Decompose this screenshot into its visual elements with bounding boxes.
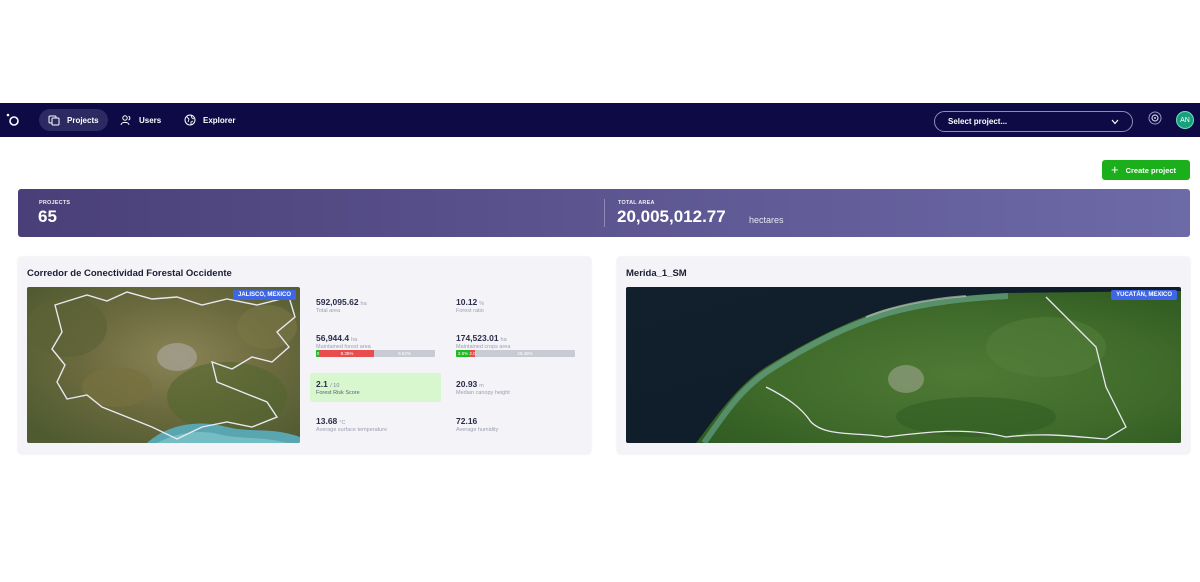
forest-change-bar: 0 8.35% 9.62%	[316, 350, 435, 357]
select-project-placeholder: Select project...	[948, 117, 1008, 126]
nav-users-label: Users	[139, 115, 162, 125]
stat-unit: ha	[360, 301, 367, 307]
stat-value: 13.68	[316, 416, 338, 426]
risk-value: 2.1	[316, 379, 328, 389]
stat-label: Median canopy height	[456, 390, 510, 396]
stat-label: Average surface temperature	[316, 427, 388, 433]
project-card-title[interactable]: Merida_1_SM	[626, 268, 687, 279]
project-card[interactable]: Merida_1_SM YUCATÁN, MEXICO	[617, 257, 1190, 454]
stat-maintained-crops: 174,523.01 ha Maintained crops area 3.8% …	[456, 333, 586, 357]
stat-value: 72.16	[456, 416, 478, 426]
stat-total-area: 592,095.62 ha Total area	[316, 297, 446, 314]
create-project-button[interactable]: + Create project	[1102, 160, 1190, 180]
project-card[interactable]: Corredor de Conectividad Forestal Occide…	[18, 257, 591, 454]
create-project-label: Create project	[1125, 165, 1177, 175]
stat-unit: °C	[339, 420, 346, 426]
risk-unit: / 10	[330, 383, 340, 389]
bar-segment-rest: 29.48%	[517, 351, 533, 356]
app-logo-icon[interactable]	[5, 112, 21, 128]
stat-value: 592,095.62	[316, 297, 359, 307]
plus-icon: +	[1111, 162, 1119, 177]
stat-surface-temperature: 13.68 °C Average surface temperature	[316, 416, 446, 433]
user-avatar[interactable]: AN	[1176, 111, 1194, 129]
crops-change-bar: 3.8% 2.0 29.48%	[456, 350, 575, 357]
nav-explorer-label: Explorer	[203, 115, 236, 125]
stat-label: Average humidity	[456, 427, 499, 433]
region-badge: JALISCO, MEXICO	[232, 290, 296, 300]
stat-unit: ha	[500, 337, 507, 343]
satellite-map-yucatan	[626, 287, 1181, 443]
stat-label: Total area	[316, 308, 341, 314]
settings-icon[interactable]	[1147, 110, 1163, 126]
stat-unit: m	[479, 383, 484, 389]
bar-segment-gain: 3.8%	[456, 350, 470, 357]
project-map[interactable]: YUCATÁN, MEXICO	[626, 287, 1181, 443]
project-card-title[interactable]: Corredor de Conectividad Forestal Occide…	[27, 268, 232, 279]
projects-count-label: PROJECTS	[39, 200, 71, 206]
users-icon	[120, 115, 131, 126]
stat-humidity: 72.16 Average humidity	[456, 416, 586, 433]
stat-label: Forest ratio	[456, 308, 484, 314]
summary-divider	[604, 199, 605, 227]
stat-canopy-height: 20.93 m Median canopy height	[456, 379, 586, 396]
projects-icon	[48, 115, 60, 126]
globe-icon	[184, 114, 196, 126]
nav-projects-label: Projects	[67, 115, 99, 125]
stat-unit: %	[479, 301, 485, 307]
bar-segment-rest: 9.62%	[398, 351, 411, 356]
nav-users[interactable]: Users	[111, 109, 170, 131]
total-area-value: 20,005,012.77	[617, 207, 726, 226]
total-area-label: TOTAL AREA	[618, 200, 655, 206]
forest-risk-score-box: 2.1 / 10 Forest Risk Score	[310, 373, 441, 402]
stat-unit: ha	[351, 337, 358, 343]
stat-maintained-forest: 56,944.4 ha Maintained forest area 0 8.35…	[316, 333, 446, 357]
nav-explorer[interactable]: Explorer	[175, 109, 244, 131]
nav-projects[interactable]: Projects	[39, 109, 108, 131]
total-area-unit: hectares	[749, 215, 784, 225]
projects-count-value: 65	[38, 207, 57, 226]
risk-label: Forest Risk Score	[316, 390, 360, 396]
stat-value: 20.93	[456, 379, 478, 389]
chevron-down-icon	[1111, 119, 1119, 124]
bar-segment-loss: 8.35%	[320, 350, 374, 357]
project-map[interactable]: JALISCO, MEXICO	[27, 287, 300, 443]
summary-banner: PROJECTS 65 TOTAL AREA 20,005,012.77 hec…	[18, 189, 1190, 237]
region-badge: YUCATÁN, MEXICO	[1111, 290, 1177, 300]
stat-value: 56,944.4	[316, 333, 350, 343]
stat-value: 10.12	[456, 297, 478, 307]
top-navbar: Projects Users Explorer Select project..…	[0, 103, 1200, 137]
stat-forest-ratio: 10.12% Forest ratio	[456, 297, 586, 314]
select-project-dropdown[interactable]: Select project...	[934, 111, 1133, 132]
stat-value: 174,523.01	[456, 333, 499, 343]
satellite-map-jalisco	[27, 287, 300, 443]
